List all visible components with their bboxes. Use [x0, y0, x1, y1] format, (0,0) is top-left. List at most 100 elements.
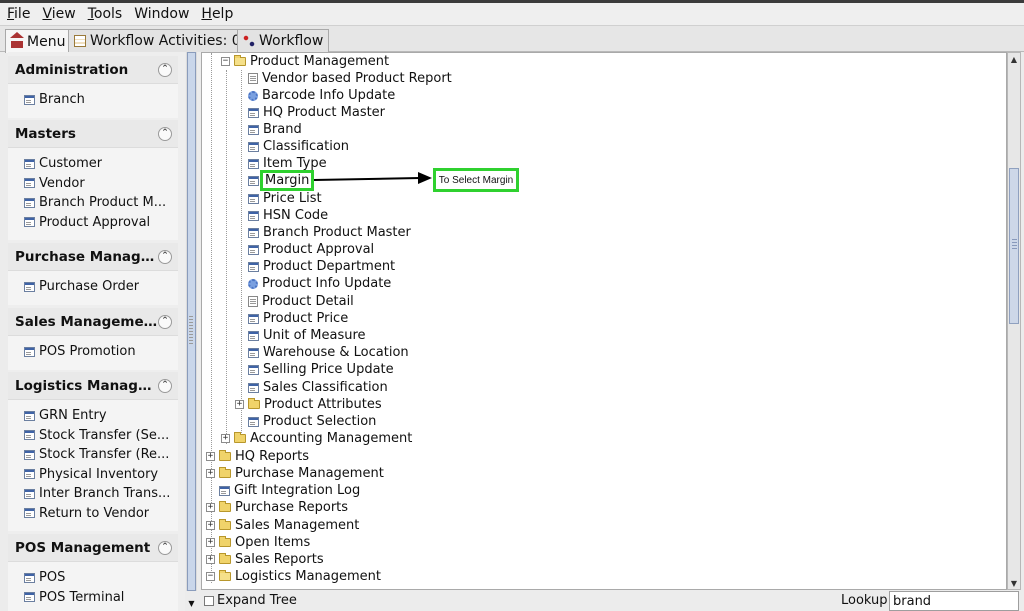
nav-item-label: Inter Branch Trans... [39, 486, 171, 502]
scroll-down-arrow-icon[interactable]: ▼ [186, 597, 197, 609]
tree-leaf-classification[interactable]: Classification [248, 138, 349, 155]
folder-icon [219, 467, 231, 478]
tree-node-purchase-management[interactable]: + Purchase Management [206, 465, 384, 482]
tree-node-logistics-management[interactable]: − Logistics Management [206, 568, 381, 585]
expand-toggle-icon[interactable]: + [235, 400, 244, 409]
nav-item-stock-transfer-send[interactable]: Stock Transfer (Se... [24, 426, 178, 446]
nav-item-grn-entry[interactable]: GRN Entry [24, 406, 178, 426]
nav-item-pos[interactable]: POS [24, 568, 178, 588]
tree-vertical-scrollbar[interactable]: ▲ ▼ [1007, 52, 1021, 590]
expand-toggle-icon[interactable]: + [206, 503, 215, 512]
tree-node-purchase-reports[interactable]: + Purchase Reports [206, 499, 348, 516]
expand-toggle-icon[interactable]: + [206, 452, 215, 461]
collapse-icon[interactable]: ⌃ [158, 378, 172, 393]
tree-leaf-hsn-code[interactable]: HSN Code [248, 207, 328, 224]
tree-leaf-product-approval[interactable]: Product Approval [248, 241, 374, 258]
section-sales-management: Sales Management ⌃ POS Promotion [8, 308, 178, 370]
nav-item-physical-inventory[interactable]: Physical Inventory [24, 465, 178, 485]
nav-item-return-to-vendor[interactable]: Return to Vendor [24, 504, 178, 524]
nav-item-vendor[interactable]: Vendor [24, 174, 178, 194]
nav-item-customer[interactable]: Customer [24, 154, 178, 174]
tree-leaf-product-department[interactable]: Product Department [248, 258, 395, 275]
tree-leaf-selling-price-update[interactable]: Selling Price Update [248, 361, 394, 378]
menu-mnemonic: F [7, 6, 15, 22]
section-header[interactable]: Sales Management ⌃ [8, 308, 178, 336]
menu-tools[interactable]: Tools [82, 6, 129, 22]
section-body: POS POS Terminal [8, 562, 178, 611]
tree-node-sales-reports[interactable]: + Sales Reports [206, 551, 324, 568]
nav-item-branch-product-master[interactable]: Branch Product M... [24, 193, 178, 213]
menu-mnemonic: T [87, 6, 94, 22]
folder-icon [219, 536, 231, 547]
tree-node-product-management[interactable]: − Product Management [221, 53, 389, 70]
nav-item-label: POS Terminal [39, 589, 125, 605]
tree-leaf-gift-integration-log[interactable]: Gift Integration Log [219, 482, 360, 499]
tree-leaf-product-price[interactable]: Product Price [248, 310, 348, 327]
tree-node-accounting-management[interactable]: + Accounting Management [221, 430, 412, 447]
lookup-input[interactable] [889, 591, 1019, 611]
nav-item-inter-branch-transfer[interactable]: Inter Branch Trans... [24, 484, 178, 504]
tree-leaf-vendor-based-product-report[interactable]: Vendor based Product Report [248, 70, 452, 87]
tree-leaf-brand[interactable]: Brand [248, 121, 302, 138]
expand-tree-checkbox[interactable] [204, 596, 214, 606]
nav-item-branch[interactable]: Branch [24, 90, 178, 110]
expand-toggle-icon[interactable]: + [206, 538, 215, 547]
menu-window[interactable]: Window [128, 6, 195, 22]
scroll-down-arrow-icon[interactable]: ▼ [1008, 577, 1020, 589]
tree-node-open-items[interactable]: + Open Items [206, 534, 310, 551]
tree-leaf-hq-product-master[interactable]: HQ Product Master [248, 104, 385, 121]
nav-item-purchase-order[interactable]: Purchase Order [24, 277, 178, 297]
collapse-toggle-icon[interactable]: − [206, 572, 215, 581]
menu-file[interactable]: File [0, 6, 36, 22]
tree-leaf-margin[interactable]: Margin [248, 170, 315, 191]
expand-toggle-icon[interactable]: + [221, 434, 230, 443]
section-header[interactable]: Purchase Manage... ⌃ [8, 243, 178, 271]
tree-leaf-warehouse-location[interactable]: Warehouse & Location [248, 344, 409, 361]
nav-item-pos-promotion[interactable]: POS Promotion [24, 342, 178, 362]
section-header[interactable]: Logistics Manage... ⌃ [8, 372, 178, 400]
splitter-grip[interactable] [189, 316, 193, 346]
arrow-shaft [314, 177, 421, 181]
report-icon [248, 296, 258, 307]
expand-toggle-icon[interactable]: + [206, 469, 215, 478]
scroll-up-arrow-icon[interactable]: ▲ [1008, 53, 1020, 65]
tab-menu[interactable]: Menu [5, 29, 72, 53]
section-header[interactable]: Administration ⌃ [8, 56, 178, 84]
collapse-toggle-icon[interactable]: − [221, 57, 230, 66]
menu-view[interactable]: View [36, 6, 81, 22]
tree-leaf-sales-classification[interactable]: Sales Classification [248, 379, 388, 396]
collapse-icon[interactable]: ⌃ [158, 126, 172, 141]
expand-toggle-icon[interactable]: + [206, 521, 215, 530]
tree-leaf-price-list[interactable]: Price List [248, 190, 322, 207]
section-header[interactable]: Masters ⌃ [8, 120, 178, 148]
collapse-icon[interactable]: ⌃ [158, 540, 172, 555]
tree-leaf-product-info-update[interactable]: Product Info Update [248, 275, 391, 292]
tree-node-product-attributes[interactable]: + Product Attributes [235, 396, 382, 413]
expand-toggle-icon[interactable]: + [206, 555, 215, 564]
nav-item-product-approval[interactable]: Product Approval [24, 213, 178, 233]
tree-leaf-branch-product-master[interactable]: Branch Product Master [248, 224, 411, 241]
section-header[interactable]: POS Management ⌃ [8, 534, 178, 562]
window-icon [24, 430, 35, 441]
tab-workflow-activities[interactable]: Workflow Activities: 0 [68, 29, 247, 52]
menu-help[interactable]: Help [195, 6, 239, 22]
scrollbar-thumb[interactable] [1009, 168, 1019, 324]
tree-leaf-barcode-info-update[interactable]: Barcode Info Update [248, 87, 395, 104]
tree-node-hq-reports[interactable]: + HQ Reports [206, 448, 309, 465]
tab-workflow[interactable]: Workflow [237, 29, 330, 52]
collapse-icon[interactable]: ⌃ [158, 249, 172, 264]
nav-item-label: Branch Product M... [39, 195, 167, 211]
tree-node-sales-management[interactable]: + Sales Management [206, 517, 359, 534]
window-icon [248, 364, 259, 375]
window-icon [248, 193, 259, 204]
window-icon [219, 485, 230, 496]
tree-leaf-product-detail[interactable]: Product Detail [248, 293, 354, 310]
collapse-icon[interactable]: ⌃ [158, 62, 172, 77]
section-title: Logistics Manage... [15, 377, 158, 394]
section-title: POS Management [15, 539, 151, 556]
nav-item-stock-transfer-receive[interactable]: Stock Transfer (Re... [24, 445, 178, 465]
tree-leaf-product-selection[interactable]: Product Selection [248, 413, 376, 430]
collapse-icon[interactable]: ⌃ [158, 314, 172, 329]
nav-item-pos-terminal[interactable]: POS Terminal [24, 588, 178, 608]
tree-leaf-unit-of-measure[interactable]: Unit of Measure [248, 327, 366, 344]
